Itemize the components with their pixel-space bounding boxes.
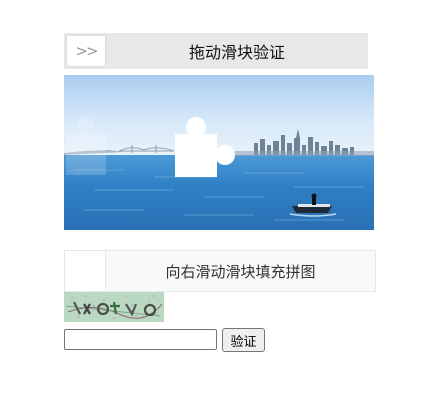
bottom-slider-handle[interactable] bbox=[65, 251, 106, 291]
bottom-slider-track[interactable]: 向右滑动滑块填充拼图 bbox=[64, 250, 376, 292]
top-slider-track[interactable]: >> 拖动滑块验证 bbox=[64, 33, 368, 69]
verify-button[interactable]: 验证 bbox=[222, 328, 265, 352]
captcha-image[interactable] bbox=[64, 292, 164, 322]
puzzle-piece-icon bbox=[175, 117, 235, 177]
top-slider-handle[interactable]: >> bbox=[66, 35, 106, 67]
double-chevron-right-icon: >> bbox=[75, 42, 98, 60]
slider-captcha-page: >> 拖动滑块验证 向右滑动滑块填充拼图 验证 bbox=[0, 0, 448, 401]
top-slider-label: 拖动滑块验证 bbox=[188, 43, 285, 62]
bottom-slider-label: 向右滑动滑块填充拼图 bbox=[165, 262, 316, 281]
puzzle-background-image bbox=[64, 75, 374, 230]
captcha-input[interactable] bbox=[64, 329, 217, 350]
